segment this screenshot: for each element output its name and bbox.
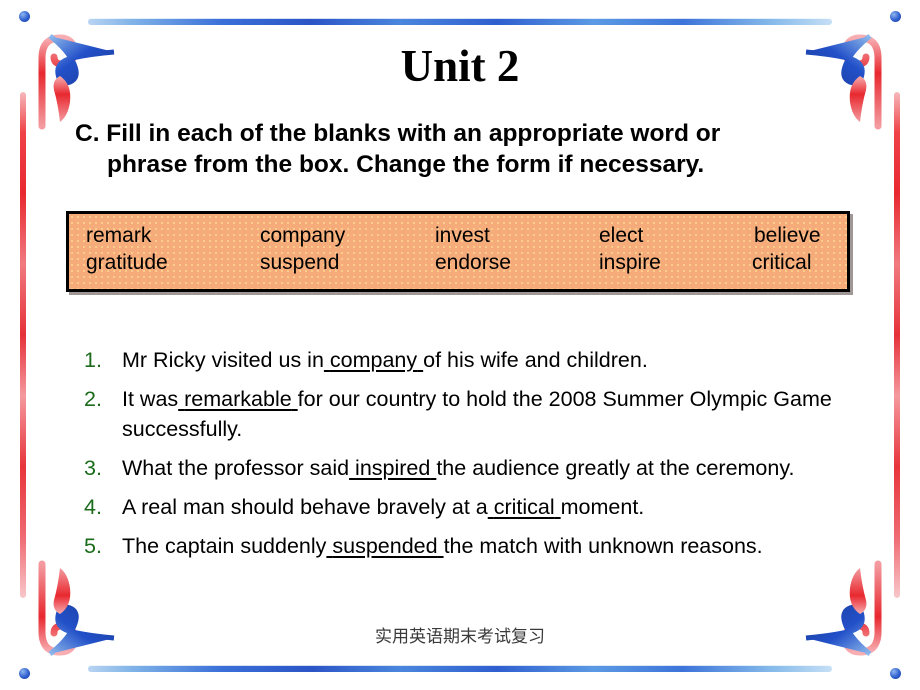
word-bank-box: remark company invest elect believe grat… bbox=[66, 211, 850, 292]
question-number: 5. bbox=[84, 534, 102, 558]
frame-bar-bottom bbox=[88, 665, 832, 672]
frame-bar-right bbox=[894, 92, 900, 598]
word-bank-item: endorse bbox=[435, 251, 511, 274]
word-bank-item: invest bbox=[435, 224, 490, 247]
question-item: 3. What the professor said inspired the aud… bbox=[84, 453, 874, 483]
instruction-line-2: phrase from the box. Change the form if … bbox=[107, 151, 705, 178]
word-bank-item: company bbox=[260, 224, 346, 247]
question-item: 1. Mr Ricky visited us in company of his wi… bbox=[84, 345, 874, 375]
question-text-before: A real man should behave bravely at a bbox=[122, 495, 488, 519]
question-text-before: What the professor said bbox=[122, 456, 350, 480]
question-text-before: The captain suddenly bbox=[122, 534, 327, 558]
word-bank-item: elect bbox=[599, 224, 644, 247]
question-answer: suspended bbox=[332, 534, 438, 558]
question-text-after: the match with unknown reasons. bbox=[443, 534, 763, 558]
question-item: 5. The captain suddenly suspended the match… bbox=[84, 531, 874, 561]
question-text-after: of his wife and children. bbox=[423, 348, 648, 372]
slide-canvas: Unit 2 C. Fill in each of the blanks wit… bbox=[0, 0, 920, 690]
page-title: Unit 2 bbox=[400, 41, 520, 91]
question-item: 2. It was remarkable for our country to hol… bbox=[84, 384, 874, 444]
question-text-after: the audience greatly at the ceremony. bbox=[436, 456, 795, 480]
question-list: 1. Mr Ricky visited us in company of his wi… bbox=[84, 345, 874, 570]
question-item: 4. A real man should behave bravely at ac… bbox=[84, 492, 874, 522]
word-bank-item: remark bbox=[86, 224, 152, 247]
corner-ornament-bottom-left bbox=[38, 560, 115, 656]
question-answer: critical bbox=[493, 495, 555, 519]
question-text-after: moment. bbox=[560, 495, 645, 519]
word-bank-item: critical bbox=[752, 251, 812, 274]
question-number: 4. bbox=[84, 495, 102, 519]
instruction-text: C. Fill in each of the blanks with an ap… bbox=[75, 118, 865, 180]
corner-ornament-bottom-right bbox=[805, 560, 882, 656]
instruction-line-1: C. Fill in each of the blanks with an ap… bbox=[75, 120, 721, 147]
word-bank-item: gratitude bbox=[86, 251, 168, 274]
word-bank-item: suspend bbox=[260, 251, 340, 274]
word-bank-item: inspire bbox=[599, 251, 661, 274]
question-number: 1. bbox=[84, 348, 102, 372]
word-bank-item: believe bbox=[754, 224, 821, 247]
question-answer: company bbox=[329, 348, 418, 372]
frame-bar-left bbox=[20, 92, 26, 598]
frame-bar-top bbox=[88, 18, 832, 25]
footer-text: 实用英语期末考试复习 bbox=[375, 627, 545, 647]
question-number: 2. bbox=[84, 387, 102, 411]
question-answer: inspired bbox=[355, 456, 431, 480]
question-number: 3. bbox=[84, 456, 102, 480]
question-answer: remarkable bbox=[184, 387, 292, 411]
question-text-before: Mr Ricky visited us in bbox=[122, 348, 324, 372]
question-text-before: It was bbox=[122, 387, 179, 411]
